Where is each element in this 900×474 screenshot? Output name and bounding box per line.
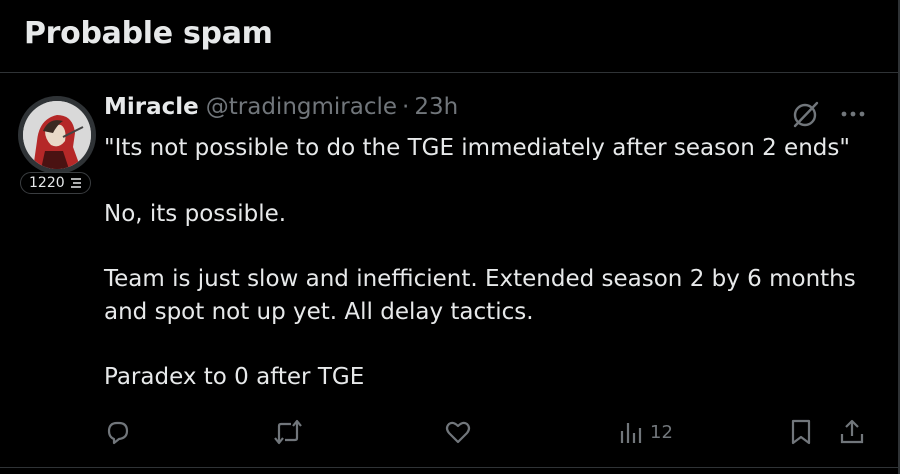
tweet-panel: Probable spam 1220 Miracle @tradingmirac… <box>0 0 900 474</box>
section-divider <box>0 72 900 73</box>
author-handle[interactable]: @tradingmiracle <box>206 94 397 120</box>
repost-button[interactable] <box>272 414 304 450</box>
author-name[interactable]: Miracle <box>104 94 199 120</box>
share-icon <box>838 418 866 446</box>
tweet-body: "Its not possible to do the TGE immediat… <box>104 132 884 426</box>
list-icon <box>70 177 82 189</box>
views-count: 12 <box>650 421 673 443</box>
share-button[interactable] <box>838 414 866 450</box>
bookmark-icon <box>788 418 814 446</box>
slash-circle-icon[interactable] <box>790 98 822 130</box>
tweet-paragraph: Team is just slow and inefficient. Exten… <box>104 266 864 325</box>
views-icon <box>618 419 644 445</box>
like-icon <box>444 418 472 446</box>
avatar-illustration <box>23 101 91 169</box>
tweet-paragraph: No, its possible. <box>104 201 287 227</box>
more-icon[interactable] <box>840 109 866 119</box>
tweet-header: Miracle @tradingmiracle · 23h <box>104 94 458 120</box>
follower-badge: 1220 <box>20 172 91 194</box>
reply-icon <box>104 418 132 446</box>
tweet-paragraph: Paradex to 0 after TGE <box>104 364 365 390</box>
section-title: Probable spam <box>24 16 273 51</box>
like-button[interactable] <box>444 414 472 450</box>
badge-count: 1220 <box>29 175 65 191</box>
avatar[interactable] <box>18 96 96 174</box>
tweet-time[interactable]: 23h <box>414 94 458 120</box>
separator-dot: · <box>402 94 410 120</box>
repost-icon <box>272 418 304 446</box>
tweet-paragraph: "Its not possible to do the TGE immediat… <box>104 135 850 161</box>
tweet-actions: 12 <box>104 414 874 450</box>
views-button[interactable]: 12 <box>618 414 673 450</box>
tweet-top-actions <box>790 98 866 130</box>
bottom-divider <box>0 467 900 468</box>
bookmark-button[interactable] <box>788 414 814 450</box>
avatar-image <box>23 101 91 169</box>
reply-button[interactable] <box>104 414 132 450</box>
